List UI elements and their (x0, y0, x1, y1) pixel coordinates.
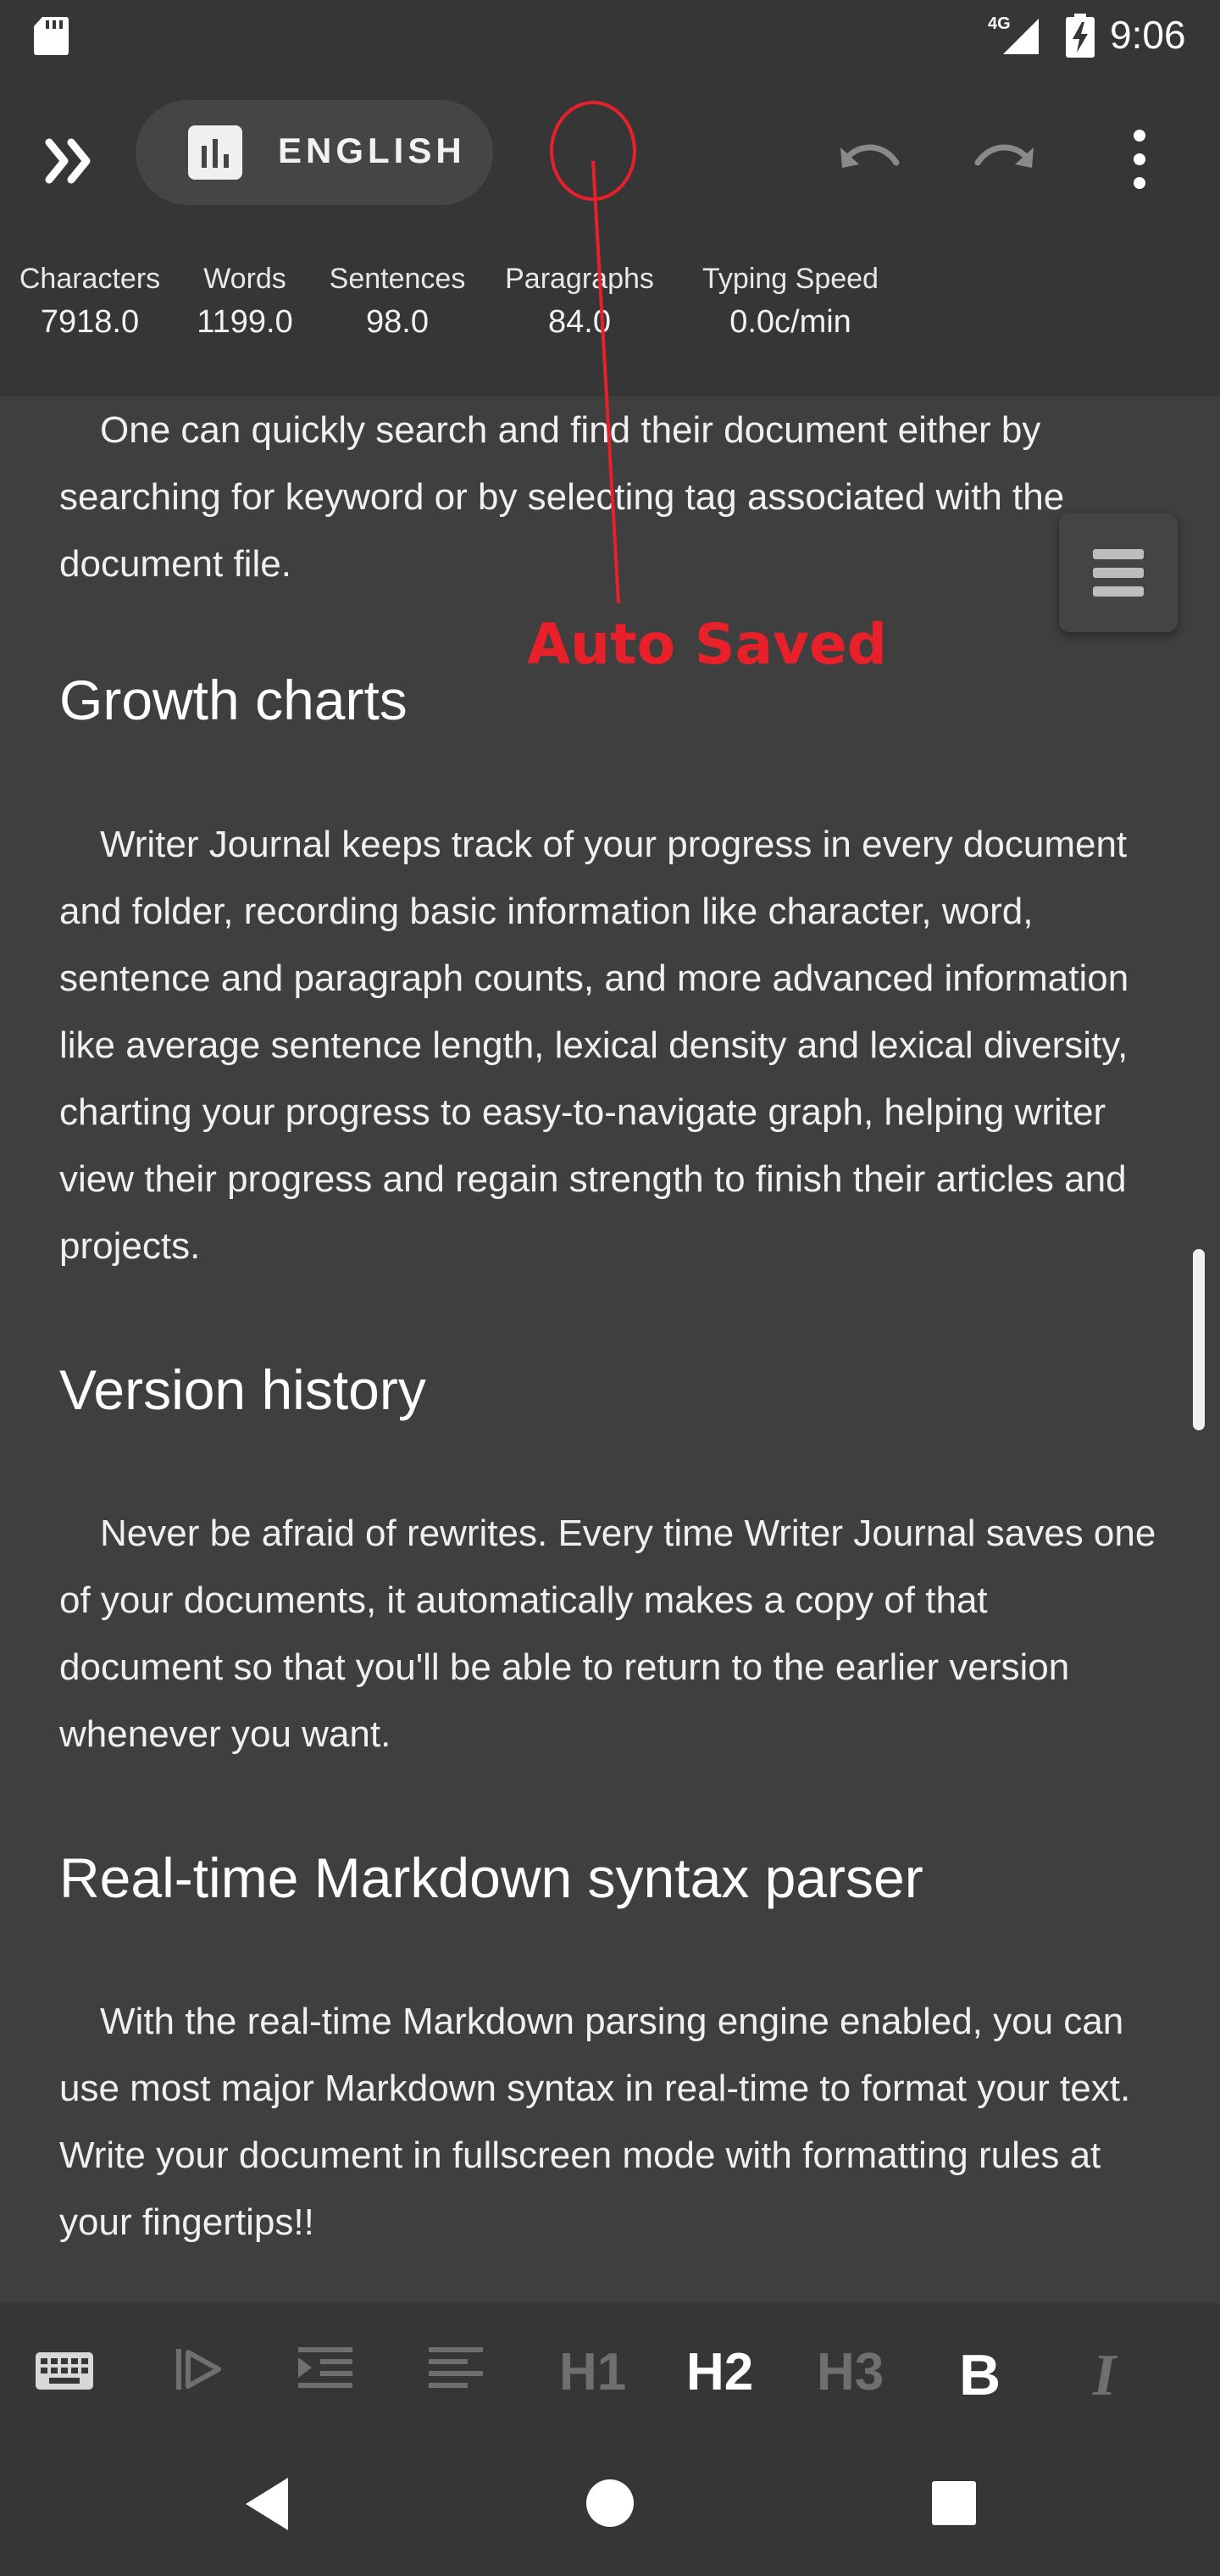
system-nav-bar (0, 2434, 1220, 2576)
redo-icon[interactable] (971, 125, 1039, 193)
paragraph[interactable]: With the real-time Markdown parsing engi… (59, 1988, 1161, 2256)
scrollbar-thumb[interactable] (1193, 1249, 1205, 1430)
auto-saved-label: Auto Saved (527, 612, 888, 677)
stat-sentences: Sentences 98.0 (324, 263, 471, 341)
stats-icon (188, 125, 242, 180)
section-heading[interactable]: Growth charts (59, 668, 408, 732)
recents-icon[interactable] (930, 2479, 978, 2527)
outline-button[interactable] (1059, 514, 1178, 632)
heading-1-label: H1 (559, 2343, 627, 2401)
stat-label: Words (203, 263, 286, 295)
keyboard-icon[interactable] (34, 2335, 95, 2403)
paragraph[interactable]: One can quickly search and find their do… (59, 397, 1161, 597)
stat-label: Characters (19, 263, 161, 295)
paragraph[interactable]: Writer Journal keeps track of your progr… (59, 811, 1161, 1280)
language-selector[interactable]: ENGLISH (136, 100, 493, 205)
stat-label: Typing Speed (702, 263, 879, 295)
stat-value: 84.0 (548, 304, 611, 340)
stat-value: 0.0c/min (729, 304, 851, 340)
document-editor[interactable]: One can quickly search and find their do… (0, 397, 1220, 2303)
align-left-icon[interactable] (427, 2335, 485, 2403)
language-label: ENGLISH (278, 130, 466, 170)
stat-characters: Characters 7918.0 (12, 263, 168, 341)
sd-card-icon (34, 17, 69, 55)
stat-label: Paragraphs (505, 263, 654, 295)
stat-words: Words 1199.0 (185, 263, 305, 341)
format-bar: H1 H2 H3 B I (0, 2303, 1220, 2434)
heading-3-label: H3 (817, 2343, 884, 2401)
expand-icon[interactable] (41, 129, 105, 193)
heading-1-button[interactable]: H1 (559, 2342, 626, 2402)
battery-charging-icon (1066, 14, 1095, 58)
editor-toolbar: ENGLISH Characters 7918.0 Words 1199.0 S… (0, 75, 1220, 397)
section-heading[interactable]: Real-time Markdown syntax parser (59, 1846, 923, 1910)
clock: 9:06 (1110, 13, 1186, 57)
network-type: 4G (988, 14, 1011, 33)
stat-paragraphs: Paragraphs 84.0 (498, 263, 661, 341)
paragraph[interactable]: Never be afraid of rewrites. Every time … (59, 1500, 1161, 1768)
italic-label: I (1093, 2343, 1117, 2408)
bold-button[interactable]: B (959, 2342, 1001, 2408)
menu-icon (1093, 549, 1144, 597)
heading-3-button[interactable]: H3 (817, 2342, 884, 2402)
indent-icon[interactable] (297, 2335, 354, 2403)
undo-icon[interactable] (835, 125, 903, 193)
section-heading[interactable]: Version history (59, 1357, 426, 1422)
stat-label: Sentences (329, 263, 466, 295)
italic-button[interactable]: I (1093, 2342, 1116, 2410)
stat-value: 98.0 (366, 304, 429, 340)
home-icon[interactable] (585, 2478, 635, 2529)
app-root: 4G 9:06 ENGLISH Characters 7918.0 Words … (0, 0, 1220, 2576)
outdent-icon[interactable] (173, 2335, 224, 2403)
bold-label: B (959, 2343, 1001, 2407)
more-vert-icon[interactable] (1120, 125, 1159, 193)
stat-typing-speed: Typing Speed 0.0c/min (685, 263, 896, 341)
stat-value: 7918.0 (40, 304, 140, 340)
heading-2-button[interactable]: H2 (686, 2342, 753, 2402)
status-bar: 4G 9:06 (0, 0, 1220, 75)
signal-icon: 4G (988, 14, 1039, 54)
stat-value: 1199.0 (197, 304, 293, 340)
back-icon[interactable] (242, 2474, 293, 2534)
heading-2-label: H2 (686, 2343, 754, 2401)
